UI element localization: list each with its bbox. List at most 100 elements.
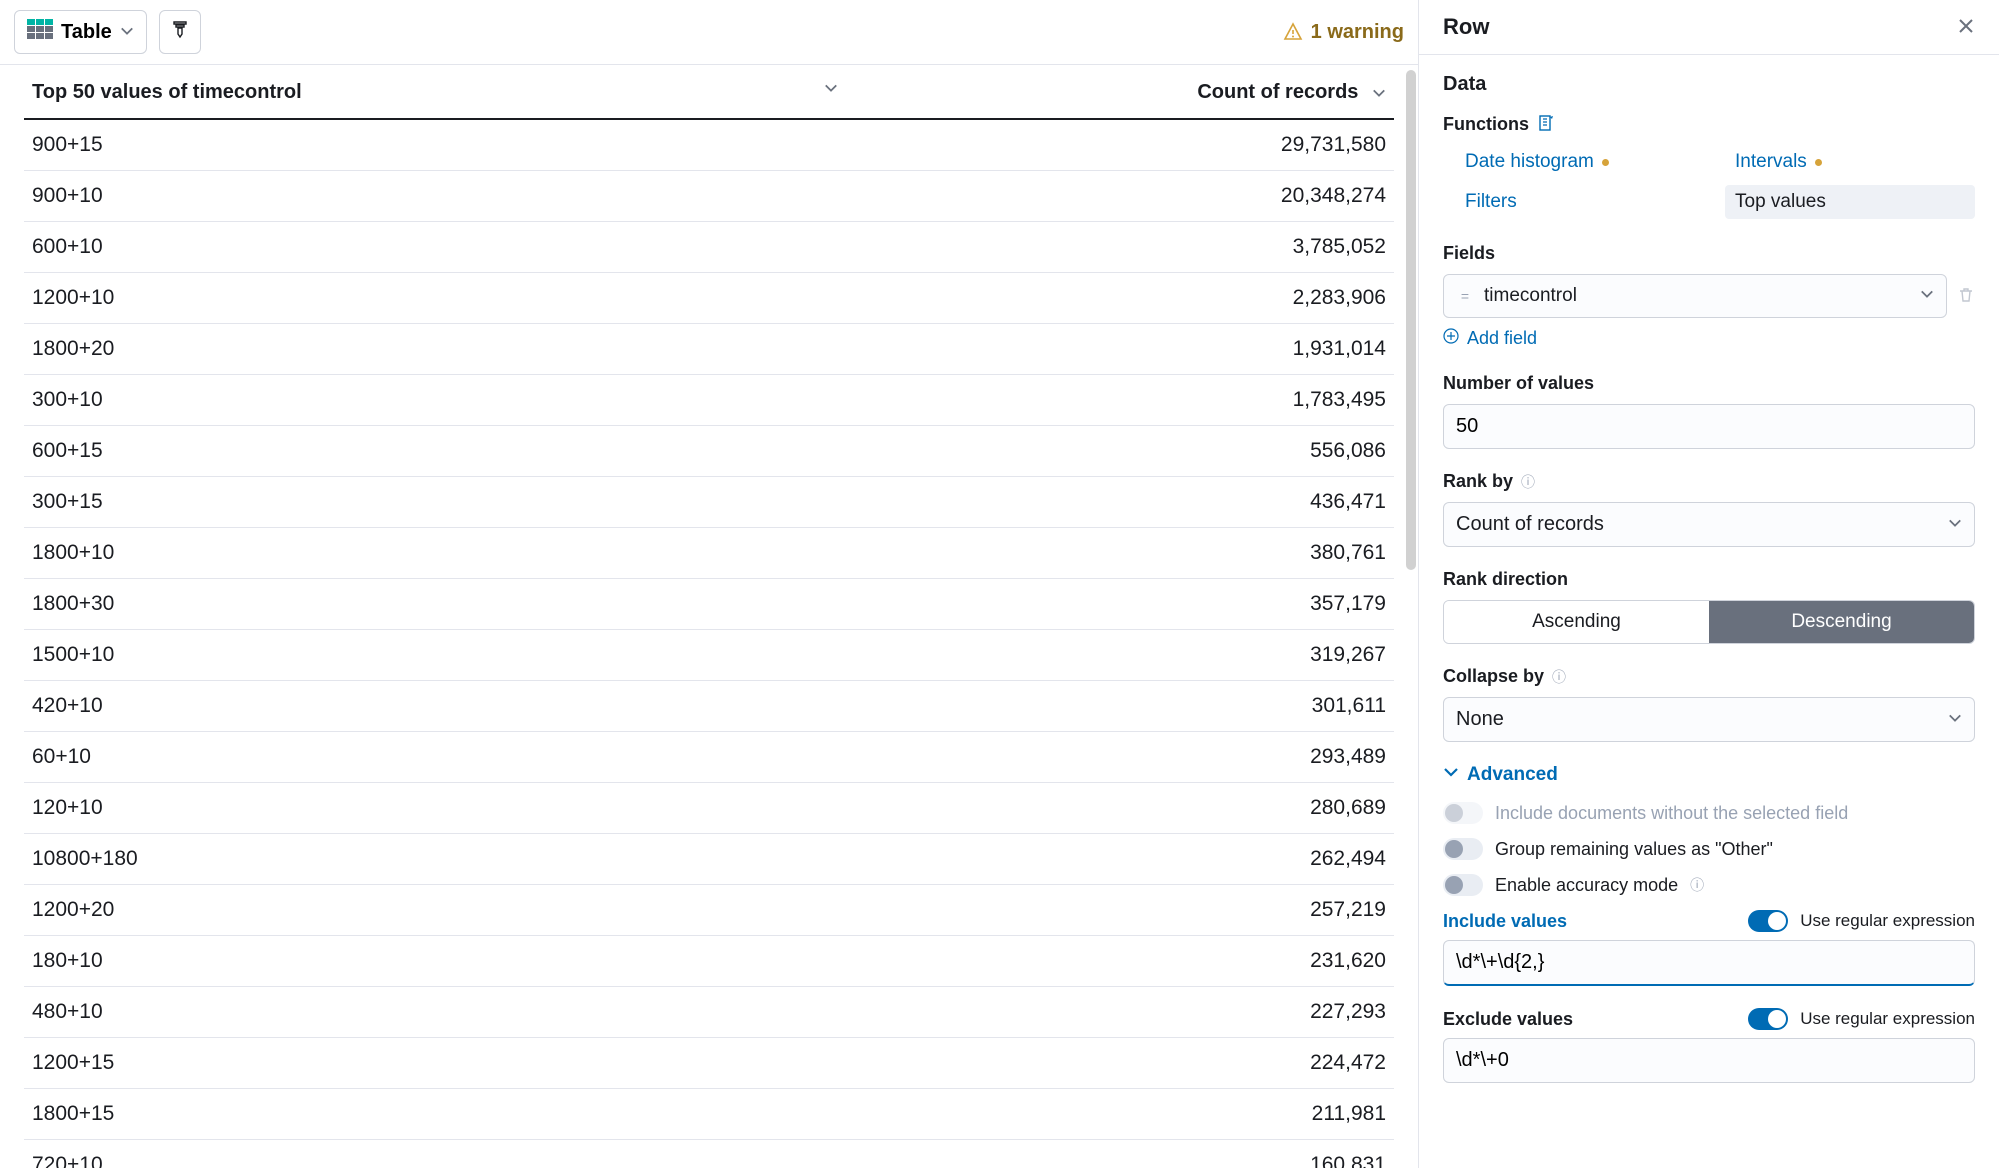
cell-value: 1800+20 xyxy=(24,324,886,375)
column-header-value[interactable]: Top 50 values of timecontrol xyxy=(24,65,886,119)
cell-value: 1800+10 xyxy=(24,528,886,579)
table-row[interactable]: 300+15436,471 xyxy=(24,477,1394,528)
num-values-input[interactable] xyxy=(1443,404,1975,449)
include-values-input[interactable] xyxy=(1443,940,1975,986)
toggle-group-other[interactable] xyxy=(1443,838,1483,860)
table-row[interactable]: 1800+30357,179 xyxy=(24,579,1394,630)
cell-value: 1200+20 xyxy=(24,885,886,936)
table-row[interactable]: 1800+201,931,014 xyxy=(24,324,1394,375)
table-row[interactable]: 1200+15224,472 xyxy=(24,1038,1394,1089)
cell-value: 900+15 xyxy=(24,119,886,171)
collapse-by-label: Collapse by xyxy=(1443,666,1544,687)
cell-value: 1800+30 xyxy=(24,579,886,630)
data-table: Top 50 values of timecontrol Count of re… xyxy=(24,65,1394,1168)
cell-count: 160,831 xyxy=(886,1140,1394,1168)
cell-count: 257,219 xyxy=(886,885,1394,936)
table-row[interactable]: 60+10293,489 xyxy=(24,732,1394,783)
scrollbar[interactable] xyxy=(1406,70,1416,570)
table-row[interactable]: 1800+15211,981 xyxy=(24,1089,1394,1140)
table-row[interactable]: 420+10301,611 xyxy=(24,681,1394,732)
rank-by-label: Rank by xyxy=(1443,471,1513,492)
chevron-down-icon xyxy=(824,81,838,95)
cell-value: 1800+15 xyxy=(24,1089,886,1140)
add-field-button[interactable]: Add field xyxy=(1443,328,1975,349)
table-row[interactable]: 1500+10319,267 xyxy=(24,630,1394,681)
table-row[interactable]: 180+10231,620 xyxy=(24,936,1394,987)
doc-popout-icon[interactable] xyxy=(1537,114,1555,135)
rank-descending-button[interactable]: Descending xyxy=(1709,601,1974,643)
chevron-down-icon xyxy=(1948,708,1962,731)
cell-value: 120+10 xyxy=(24,783,886,834)
dot-indicator xyxy=(1602,159,1609,166)
table-row[interactable]: 600+103,785,052 xyxy=(24,222,1394,273)
cell-value: 1500+10 xyxy=(24,630,886,681)
rank-ascending-button[interactable]: Ascending xyxy=(1444,601,1709,643)
sidebar-title: Row xyxy=(1443,14,1957,40)
num-values-label: Number of values xyxy=(1443,373,1975,394)
table-row[interactable]: 10800+180262,494 xyxy=(24,834,1394,885)
cell-count: 357,179 xyxy=(886,579,1394,630)
table-row[interactable]: 720+10160,831 xyxy=(24,1140,1394,1168)
warning-badge[interactable]: 1 warning xyxy=(1283,21,1404,44)
cell-value: 10800+180 xyxy=(24,834,886,885)
function-intervals[interactable]: Intervals xyxy=(1725,145,1975,179)
color-palette-button[interactable] xyxy=(159,10,201,54)
table-row[interactable]: 1800+10380,761 xyxy=(24,528,1394,579)
help-icon[interactable]: ⓘ xyxy=(1552,667,1566,687)
toggle-include-missing-label: Include documents without the selected f… xyxy=(1495,803,1848,824)
cell-count: 380,761 xyxy=(886,528,1394,579)
close-button[interactable] xyxy=(1957,17,1975,38)
warning-icon xyxy=(1283,22,1303,42)
column-header-count[interactable]: Count of records xyxy=(886,65,1394,119)
toggle-include-missing xyxy=(1443,802,1483,824)
advanced-toggle[interactable]: Advanced xyxy=(1443,764,1975,786)
chevron-down-icon xyxy=(120,24,134,41)
field-select[interactable]: = timecontrol xyxy=(1443,274,1947,318)
table-row[interactable]: 600+15556,086 xyxy=(24,426,1394,477)
rank-by-select[interactable]: Count of records xyxy=(1443,502,1975,547)
cell-value: 180+10 xyxy=(24,936,886,987)
help-icon[interactable]: ⓘ xyxy=(1521,472,1535,492)
table-row[interactable]: 1200+102,283,906 xyxy=(24,273,1394,324)
dot-indicator xyxy=(1815,159,1822,166)
cell-count: 3,785,052 xyxy=(886,222,1394,273)
rank-direction-segmented: Ascending Descending xyxy=(1443,600,1975,644)
chevron-down-icon xyxy=(1443,764,1459,786)
trash-icon xyxy=(1957,286,1975,304)
toggle-group-other-label: Group remaining values as "Other" xyxy=(1495,839,1773,860)
table-row[interactable]: 900+1529,731,580 xyxy=(24,119,1394,171)
toolbar: Table 1 warning xyxy=(0,0,1418,65)
include-regex-toggle[interactable] xyxy=(1748,910,1788,932)
cell-count: 227,293 xyxy=(886,987,1394,1038)
cell-value: 1200+10 xyxy=(24,273,886,324)
exclude-regex-toggle[interactable] xyxy=(1748,1008,1788,1030)
function-filters[interactable]: Filters xyxy=(1455,185,1705,219)
cell-count: 1,783,495 xyxy=(886,375,1394,426)
chevron-down-icon xyxy=(1948,513,1962,536)
collapse-by-select[interactable]: None xyxy=(1443,697,1975,742)
cell-value: 480+10 xyxy=(24,987,886,1038)
cell-count: 20,348,274 xyxy=(886,171,1394,222)
table-row[interactable]: 120+10280,689 xyxy=(24,783,1394,834)
delete-field-button[interactable] xyxy=(1957,286,1975,307)
table-row[interactable]: 1200+20257,219 xyxy=(24,885,1394,936)
toggle-accuracy-mode[interactable] xyxy=(1443,874,1483,896)
table-row[interactable]: 900+1020,348,274 xyxy=(24,171,1394,222)
chevron-down-icon xyxy=(1372,86,1386,100)
cell-count: 2,283,906 xyxy=(886,273,1394,324)
exclude-values-input[interactable] xyxy=(1443,1038,1975,1083)
config-sidebar: Row Data Functions Date histogram Interv… xyxy=(1419,0,1999,1168)
cell-value: 60+10 xyxy=(24,732,886,783)
function-top-values[interactable]: Top values xyxy=(1725,185,1975,219)
cell-value: 900+10 xyxy=(24,171,886,222)
cell-count: 224,472 xyxy=(886,1038,1394,1089)
view-switcher-button[interactable]: Table xyxy=(14,10,147,54)
table-row[interactable]: 480+10227,293 xyxy=(24,987,1394,1038)
cell-value: 600+15 xyxy=(24,426,886,477)
table-row[interactable]: 300+101,783,495 xyxy=(24,375,1394,426)
function-date-histogram[interactable]: Date histogram xyxy=(1455,145,1705,179)
table-scroll[interactable]: Top 50 values of timecontrol Count of re… xyxy=(0,65,1418,1168)
help-icon[interactable]: ⓘ xyxy=(1690,875,1704,895)
fields-label: Fields xyxy=(1443,243,1975,264)
cell-count: 319,267 xyxy=(886,630,1394,681)
